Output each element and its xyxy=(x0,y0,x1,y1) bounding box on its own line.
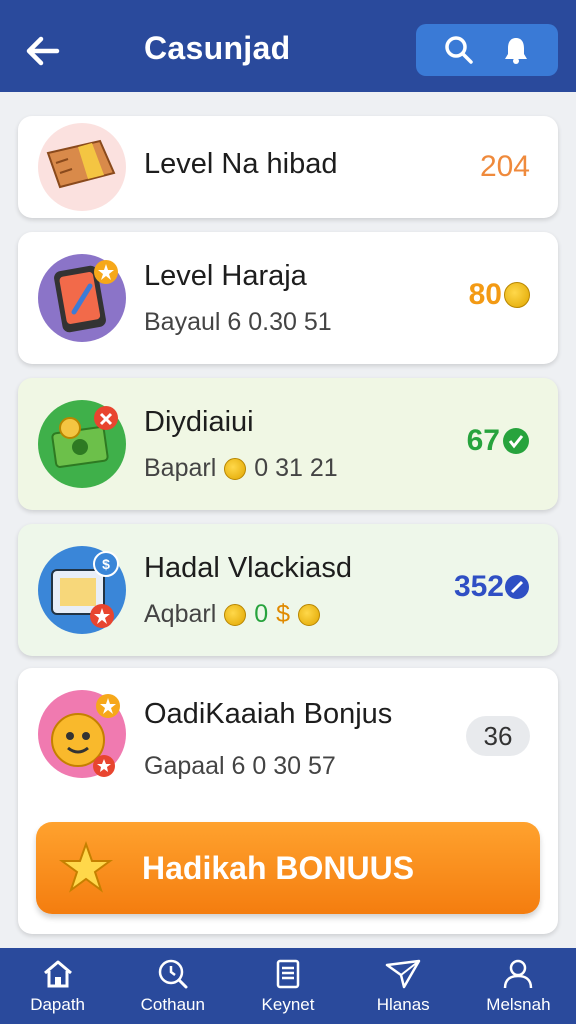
search-button[interactable] xyxy=(439,30,479,70)
coin-icon xyxy=(298,603,321,626)
document-icon xyxy=(276,959,300,989)
reward-card-icon xyxy=(38,254,126,342)
tablet-icon: $ xyxy=(51,551,119,628)
reward-card-icon xyxy=(38,400,126,488)
reward-value: 67 xyxy=(467,424,530,458)
home-icon xyxy=(43,960,72,988)
reward-title: Level Haraja xyxy=(144,260,307,292)
coin-icon xyxy=(224,457,247,480)
reward-subtitle-suffix: $ xyxy=(276,600,291,628)
nav-label: Melsnah xyxy=(486,995,551,1014)
person-icon xyxy=(504,959,533,989)
reward-value-text: 67 xyxy=(466,424,500,457)
reward-card[interactable]: Diydiaiui Baparl 0 31 21 67 xyxy=(18,378,558,510)
money-icon xyxy=(51,406,118,468)
clock-search-icon xyxy=(158,959,188,989)
blue-badge-icon xyxy=(505,575,529,599)
claim-bonus-button[interactable]: Hadikah BONUUS xyxy=(36,822,540,914)
nav-item-hlanas[interactable]: Hlanas xyxy=(346,948,461,1024)
svg-text:$: $ xyxy=(102,556,110,572)
back-button[interactable] xyxy=(20,28,66,74)
search-icon xyxy=(444,36,473,64)
app-header: Casunjad xyxy=(0,0,576,92)
reward-card-icon: $ xyxy=(38,546,126,634)
notifications-button[interactable] xyxy=(496,30,536,70)
nav-label: Keynet xyxy=(261,995,315,1014)
nav-item-cothaun[interactable]: Cothaun xyxy=(115,948,230,1024)
reward-value: 80 xyxy=(469,278,530,312)
reward-card[interactable]: Level Haraja Bayaul 6 0.30 51 80 xyxy=(18,232,558,364)
arrow-left-icon xyxy=(26,36,60,66)
reward-value-text: 80 xyxy=(468,278,502,311)
coin-icon xyxy=(504,282,530,308)
app-title: Casunjad xyxy=(144,30,291,66)
reward-subtitle: Gapaal 6 0 30 57 xyxy=(144,752,336,780)
bottom-nav: Dapath Cothaun Keynet Hlanas Melsnah xyxy=(0,948,576,1024)
claim-bonus-label: Hadikah BONUUS xyxy=(142,850,415,886)
nav-label: Hlanas xyxy=(376,995,430,1014)
phone-icon xyxy=(54,260,118,333)
paper-plane-icon xyxy=(385,959,421,989)
bell-icon xyxy=(504,38,527,64)
reward-title: Hadal Vlackiasd xyxy=(144,552,352,584)
coin-icon xyxy=(224,603,247,626)
header-actions xyxy=(416,24,558,76)
reward-subtitle: Bayaul 6 0.30 51 xyxy=(144,308,332,336)
reward-value: 352 xyxy=(454,570,530,604)
reward-subtitle: Aqbarl 0 $ xyxy=(144,600,321,629)
nav-item-melsnah[interactable]: Melsnah xyxy=(461,948,576,1024)
reward-subtitle-prefix: Baparl xyxy=(144,454,217,482)
nav-label: Dapath xyxy=(30,995,86,1014)
check-icon xyxy=(503,428,529,454)
ticket-icon xyxy=(46,139,116,189)
reward-list: Level Na hibad 204 Level Haraja Bayaul 6… xyxy=(0,92,576,948)
reward-value-pill: 36 xyxy=(466,716,530,756)
reward-subtitle: Baparl 0 31 21 xyxy=(144,454,338,483)
reward-title: Diydiaiui xyxy=(144,406,254,438)
reward-title: OadiKaaiah Bonjus xyxy=(144,698,393,730)
smiley-icon xyxy=(51,694,120,777)
reward-card[interactable]: $ Hadal Vlackiasd Aqbarl 0 $ 352 xyxy=(18,524,558,656)
reward-card-icon xyxy=(38,123,126,211)
reward-value-text: 352 xyxy=(453,570,504,603)
bonus-card: OadiKaaiah Bonjus Gapaal 6 0 30 57 36 Ha… xyxy=(18,668,558,934)
reward-card-icon xyxy=(38,690,126,778)
reward-subtitle-suffix: 0 31 21 xyxy=(254,454,338,482)
star-icon xyxy=(58,840,114,893)
nav-item-dapath[interactable]: Dapath xyxy=(0,948,115,1024)
nav-label: Cothaun xyxy=(140,995,205,1014)
reward-subtitle-mid: 0 xyxy=(254,600,269,628)
reward-card[interactable]: Level Na hibad 204 xyxy=(18,116,558,218)
reward-subtitle-prefix: Aqbarl xyxy=(144,600,217,628)
reward-value: 204 xyxy=(479,150,530,183)
nav-item-keynet[interactable]: Keynet xyxy=(230,948,345,1024)
reward-title: Level Na hibad xyxy=(144,148,338,180)
